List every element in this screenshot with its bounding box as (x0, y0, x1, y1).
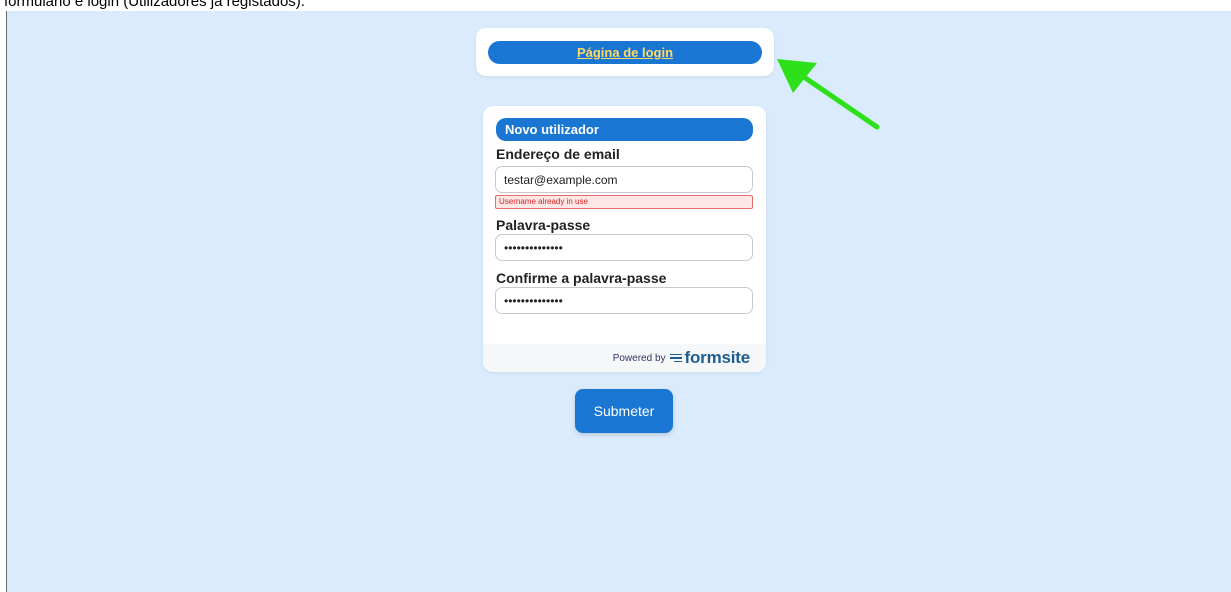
login-link-bar[interactable]: Página de login (488, 41, 762, 64)
password-label: Palavra-passe (496, 217, 591, 233)
formsite-lines-icon (669, 352, 682, 364)
page-canvas: Página de login Novo utilizador Endereço… (6, 11, 1231, 592)
confirm-password-label: Confirme a palavra-passe (496, 270, 667, 286)
login-page-link[interactable]: Página de login (577, 45, 673, 60)
email-label: Endereço de email (496, 146, 620, 162)
email-error-message: Username already in use (495, 195, 753, 209)
green-arrow-icon (777, 59, 880, 130)
powered-by-text: Powered by (612, 352, 666, 364)
password-input[interactable] (495, 234, 753, 261)
formsite-brand[interactable]: formsite (685, 348, 751, 368)
confirm-password-input[interactable] (495, 287, 753, 314)
registration-form-card: Novo utilizador Endereço de email Userna… (483, 106, 766, 372)
email-input[interactable] (495, 166, 753, 193)
submit-button[interactable]: Submeter (575, 389, 673, 433)
login-card: Página de login (476, 28, 774, 76)
section-header: Novo utilizador (496, 118, 753, 141)
form-footer: Powered by formsite (483, 344, 766, 372)
page-caption: formulário e login (Utilizadores já regi… (4, 0, 305, 10)
